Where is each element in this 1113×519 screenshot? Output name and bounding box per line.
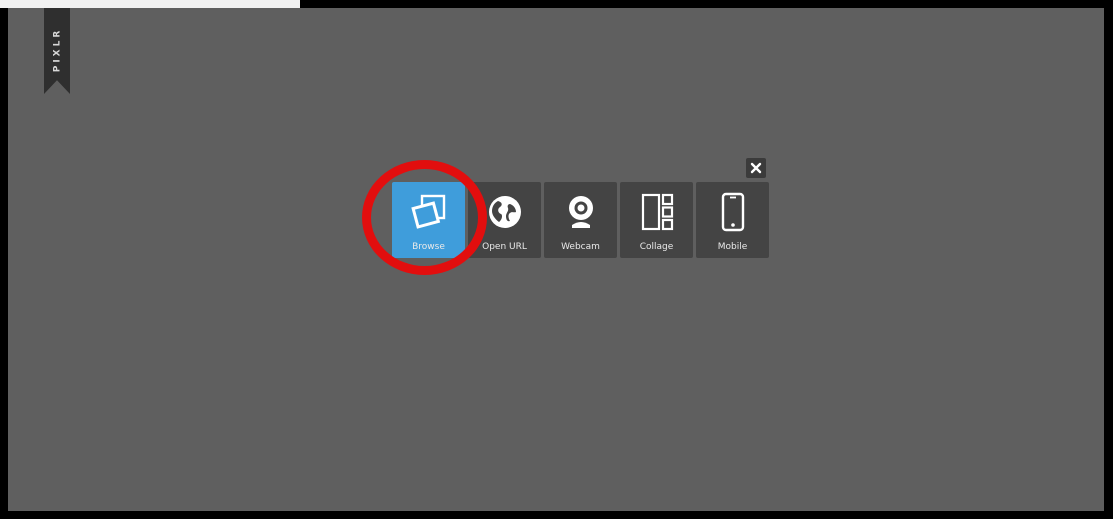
top-strip <box>0 0 300 8</box>
close-button[interactable] <box>746 158 766 178</box>
close-icon <box>750 162 762 174</box>
editor-stage <box>8 8 1104 511</box>
mobile-button[interactable]: Mobile <box>696 182 769 258</box>
browse-button[interactable]: Browse <box>392 182 465 258</box>
globe-icon <box>488 196 521 228</box>
open-url-button[interactable]: Open URL <box>468 182 541 258</box>
open-image-options: Browse Open URL Webcam Collage Mobile <box>392 182 769 258</box>
browse-photos-icon <box>410 194 445 229</box>
collage-button[interactable]: Collage <box>620 182 693 258</box>
webcam-icon <box>568 196 593 228</box>
mobile-label: Mobile <box>717 242 748 252</box>
mobile-icon <box>721 192 744 232</box>
collage-label: Collage <box>639 242 674 252</box>
collage-icon <box>641 193 673 231</box>
webcam-label: Webcam <box>561 242 600 252</box>
ribbon-label: PIXLR <box>52 27 62 73</box>
browse-label: Browse <box>412 242 445 252</box>
open-url-label: Open URL <box>482 242 527 252</box>
webcam-button[interactable]: Webcam <box>544 182 617 258</box>
